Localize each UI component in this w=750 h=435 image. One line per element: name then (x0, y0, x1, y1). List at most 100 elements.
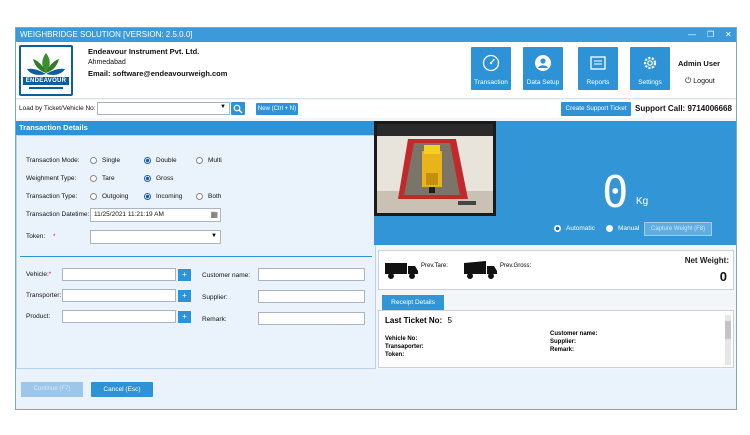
company-email: Email: software@endeavourweigh.com (88, 69, 228, 78)
automatic-radio[interactable] (554, 225, 561, 232)
mode-single-radio[interactable] (90, 157, 97, 164)
load-ticket-combobox[interactable]: ▼ (97, 102, 230, 115)
prev-gross-label: Prev.Gross: (500, 263, 532, 269)
mode-single-label: Single (102, 157, 121, 164)
minimize-button[interactable]: — (688, 28, 696, 42)
section-divider (20, 256, 372, 257)
gauge-icon (482, 54, 500, 72)
tab-receipt-details[interactable]: Receipt Details (382, 295, 444, 310)
title-bar: WEIGHBRIDGE SOLUTION [VERSION: 2.5.0.0] … (16, 28, 736, 42)
mode-double-radio[interactable] (144, 157, 151, 164)
vehicle-label-text: Vehicle: (26, 271, 49, 278)
receipt-details-panel: Last Ticket No: 5 Vehicle No: Transaport… (378, 310, 734, 368)
type-incoming-label: Incoming (156, 193, 183, 200)
prev-tare-label: Prev.Tare: (421, 263, 448, 269)
net-weight-value: 0 (719, 269, 727, 284)
type-outgoing-label: Outgoing (102, 193, 129, 200)
logout-icon: ⏻ (685, 76, 692, 85)
nav-transaction[interactable]: Transaction (471, 47, 511, 90)
receipt-vehicle-label: Vehicle No: (385, 336, 418, 342)
new-button[interactable]: New (Ctrl + N) (256, 103, 298, 115)
continue-button[interactable]: Continue (F7) (21, 382, 83, 397)
logout-link[interactable]: ⏻ Logout (685, 76, 715, 86)
dropdown-arrow-icon: ▼ (211, 233, 217, 239)
weighment-gross-radio[interactable] (144, 175, 151, 182)
customer-input[interactable] (258, 268, 365, 281)
add-vehicle-button[interactable]: + (178, 269, 191, 281)
weighment-tare-radio[interactable] (90, 175, 97, 182)
product-input[interactable] (62, 310, 176, 323)
cancel-button[interactable]: Cancel (Esc) (91, 382, 153, 397)
token-label-text: Token: (26, 233, 46, 240)
transporter-label: Transporter: (26, 292, 62, 299)
transaction-details-header: Transaction Details (16, 121, 376, 135)
receipt-scrollbar[interactable] (725, 315, 731, 365)
last-ticket: Last Ticket No: 5 (385, 316, 452, 325)
weighment-gross-label: Gross (156, 175, 174, 182)
supplier-label: Supplier: (202, 294, 228, 301)
vehicle-label: Vehicle:* (26, 271, 51, 278)
logo-text: ENDEAVOUR (25, 78, 67, 84)
company-name: Endeavour Instrument Pvt. Ltd. (88, 47, 200, 56)
net-weight-label: Net Weight: (684, 256, 729, 265)
weight-display-panel: 0 Kg Automatic Manual Capture Weight (F8… (496, 121, 736, 245)
remark-input[interactable] (258, 312, 365, 325)
app-window: WEIGHBRIDGE SOLUTION [VERSION: 2.5.0.0] … (15, 27, 737, 410)
mode-double-label: Double (156, 157, 177, 164)
nav-reports[interactable]: Reports (578, 47, 618, 90)
gear-icon (643, 56, 657, 70)
restore-button[interactable]: ❐ (707, 28, 714, 42)
vehicle-required-mark: * (48, 271, 52, 278)
weighment-label: Weighment Type: (26, 175, 77, 182)
window-title: WEIGHBRIDGE SOLUTION [VERSION: 2.5.0.0] (20, 30, 193, 39)
type-outgoing-radio[interactable] (90, 193, 97, 200)
add-transporter-button[interactable]: + (178, 290, 191, 302)
type-both-radio[interactable] (196, 193, 203, 200)
nav-label: Data Setup (526, 79, 560, 86)
customer-label: Customer name: (202, 272, 251, 279)
company-city: Ahmedabad (88, 59, 126, 66)
manual-radio[interactable] (606, 225, 613, 232)
search-icon (233, 104, 243, 114)
nav-label: Transaction (474, 79, 508, 86)
nav-data-setup[interactable]: Data Setup (523, 47, 563, 90)
receipt-customer-label: Customer name: (550, 331, 598, 337)
type-incoming-radio[interactable] (144, 193, 151, 200)
supplier-input[interactable] (258, 290, 365, 303)
mode-multi-radio[interactable] (196, 157, 203, 164)
datetime-label: Transaction Datetime: (26, 211, 90, 218)
mode-label: Transaction Mode: (26, 157, 80, 164)
type-label: Transaction Type: (26, 193, 78, 200)
create-support-ticket-button[interactable]: Create Support Ticket (561, 102, 631, 116)
nav-label: Settings (638, 79, 662, 86)
camera-footer (374, 216, 496, 245)
search-button[interactable] (231, 102, 245, 115)
support-call: Support Call: 9714006668 (635, 104, 732, 113)
mode-multi-label: Multi (208, 157, 222, 164)
close-button[interactable]: ✕ (725, 28, 732, 42)
dropdown-arrow-icon: ▼ (220, 104, 226, 110)
action-bar: Continue (F7) Cancel (Esc) (16, 369, 736, 409)
type-both-label: Both (208, 193, 222, 200)
product-label: Product: (26, 313, 51, 320)
token-combobox[interactable]: ▼ (90, 230, 221, 244)
truck-tare-icon (385, 263, 418, 279)
calendar-icon[interactable]: ▦ (210, 210, 218, 219)
receipt-token-label: Token: (385, 352, 405, 358)
transporter-input[interactable] (62, 289, 176, 302)
capture-weight-button[interactable]: Capture Weight (F8) (644, 222, 712, 236)
previous-weights-panel: Prev.Tare: Prev.Gross: Net Weight: 0 (378, 250, 734, 290)
weighment-tare-label: Tare (102, 175, 115, 182)
camera-feed (374, 121, 496, 216)
receipt-transporter-label: Transaporter: (385, 344, 424, 350)
nav-settings[interactable]: Settings (630, 47, 670, 90)
vehicle-input[interactable] (62, 268, 176, 281)
add-product-button[interactable]: + (178, 311, 191, 323)
truck-gross-icon (464, 261, 497, 279)
report-icon (590, 56, 606, 70)
datetime-picker[interactable]: 11/25/2021 11:21:19 AM ▦ (90, 208, 221, 222)
load-label: Load by Ticket/Vehicle No: (19, 105, 96, 112)
toolbar: Load by Ticket/Vehicle No: ▼ New (Ctrl +… (16, 100, 736, 118)
nav-label: Reports (586, 79, 610, 86)
scrollbar-thumb[interactable] (725, 321, 731, 339)
